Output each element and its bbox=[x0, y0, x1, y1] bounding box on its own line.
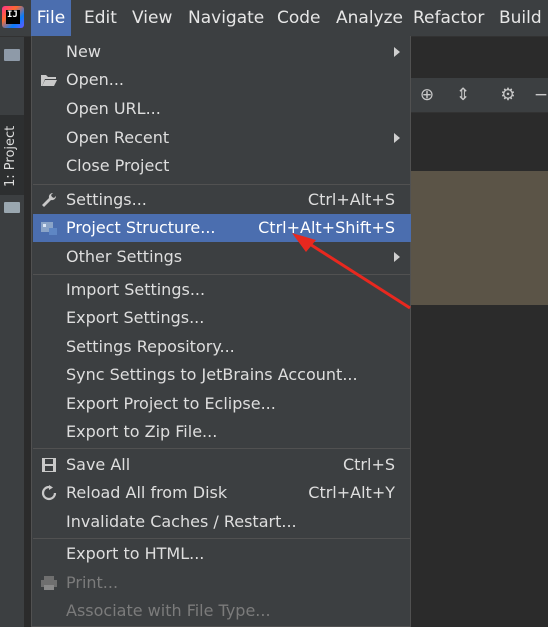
wrench-icon bbox=[42, 192, 57, 207]
locate-icon[interactable]: ⊕ bbox=[418, 86, 436, 104]
file-menu-dropdown: New Open... Open URL... Open Recent Clos… bbox=[31, 36, 411, 627]
menu-separator bbox=[33, 184, 411, 185]
minimize-icon[interactable]: − bbox=[532, 86, 548, 104]
menu-item-export-eclipse[interactable]: Export Project to Eclipse... bbox=[33, 390, 411, 418]
menu-item-close-project[interactable]: Close Project bbox=[33, 152, 411, 180]
menu-build[interactable]: Build bbox=[499, 0, 542, 36]
menu-item-save-all[interactable]: Save All Ctrl+S bbox=[33, 451, 411, 479]
project-structure-icon bbox=[41, 222, 57, 235]
submenu-arrow-icon bbox=[394, 133, 400, 143]
collapse-icon[interactable]: ⇕ bbox=[454, 86, 472, 104]
menu-separator bbox=[33, 538, 411, 539]
menu-item-reload-from-disk[interactable]: Reload All from Disk Ctrl+Alt+Y bbox=[33, 479, 411, 507]
reload-icon bbox=[41, 485, 57, 501]
project-folder-icon[interactable] bbox=[4, 49, 20, 61]
menu-item-other-settings[interactable]: Other Settings bbox=[33, 243, 411, 271]
menu-file[interactable]: File bbox=[31, 0, 71, 36]
folder-icon bbox=[4, 202, 20, 213]
save-icon bbox=[42, 458, 56, 472]
menu-refactor[interactable]: Refactor bbox=[413, 0, 484, 36]
menu-item-open[interactable]: Open... bbox=[33, 66, 411, 94]
menu-item-open-url[interactable]: Open URL... bbox=[33, 95, 411, 123]
left-tool-strip: 1: Project bbox=[0, 37, 25, 627]
print-icon bbox=[41, 576, 57, 590]
menu-item-open-recent[interactable]: Open Recent bbox=[33, 124, 411, 152]
intellij-logo-icon: IJ bbox=[2, 6, 24, 28]
editor-area bbox=[410, 113, 548, 171]
menu-item-export-zip[interactable]: Export to Zip File... bbox=[33, 418, 411, 446]
menu-view[interactable]: View bbox=[132, 0, 172, 36]
folder-open-icon bbox=[41, 75, 57, 86]
submenu-arrow-icon bbox=[394, 252, 400, 262]
submenu-arrow-icon bbox=[394, 47, 400, 57]
menu-item-print[interactable]: Print... bbox=[33, 569, 411, 597]
menu-edit[interactable]: Edit bbox=[84, 0, 117, 36]
menu-item-new[interactable]: New bbox=[33, 38, 411, 66]
menu-item-settings[interactable]: Settings... Ctrl+Alt+S bbox=[33, 186, 411, 214]
ide-window: IJ File Edit View Navigate Code Analyze … bbox=[0, 0, 548, 627]
menu-navigate[interactable]: Navigate bbox=[188, 0, 264, 36]
menu-item-project-structure[interactable]: Project Structure... Ctrl+Alt+Shift+S bbox=[33, 214, 411, 242]
menu-separator bbox=[33, 274, 411, 275]
menu-item-sync-settings[interactable]: Sync Settings to JetBrains Account... bbox=[33, 361, 411, 389]
project-panel-toolbar: ⊕ ⇕ ⚙ − bbox=[410, 78, 548, 113]
project-tool-tab-label: 1: Project bbox=[3, 125, 18, 187]
menu-separator bbox=[33, 448, 411, 449]
menu-item-settings-repository[interactable]: Settings Repository... bbox=[33, 333, 411, 361]
menu-code[interactable]: Code bbox=[277, 0, 321, 36]
menu-analyze[interactable]: Analyze bbox=[336, 0, 403, 36]
menu-bar: IJ File Edit View Navigate Code Analyze … bbox=[0, 0, 548, 37]
editor-highlight-region bbox=[410, 171, 548, 305]
menu-item-export-settings[interactable]: Export Settings... bbox=[33, 304, 411, 332]
menu-item-import-settings[interactable]: Import Settings... bbox=[33, 276, 411, 304]
menu-item-invalidate-caches[interactable]: Invalidate Caches / Restart... bbox=[33, 508, 411, 536]
menu-item-associate-file-type[interactable]: Associate with File Type... bbox=[33, 597, 411, 625]
gear-icon[interactable]: ⚙ bbox=[499, 86, 517, 104]
menu-item-export-html[interactable]: Export to HTML... bbox=[33, 540, 411, 568]
